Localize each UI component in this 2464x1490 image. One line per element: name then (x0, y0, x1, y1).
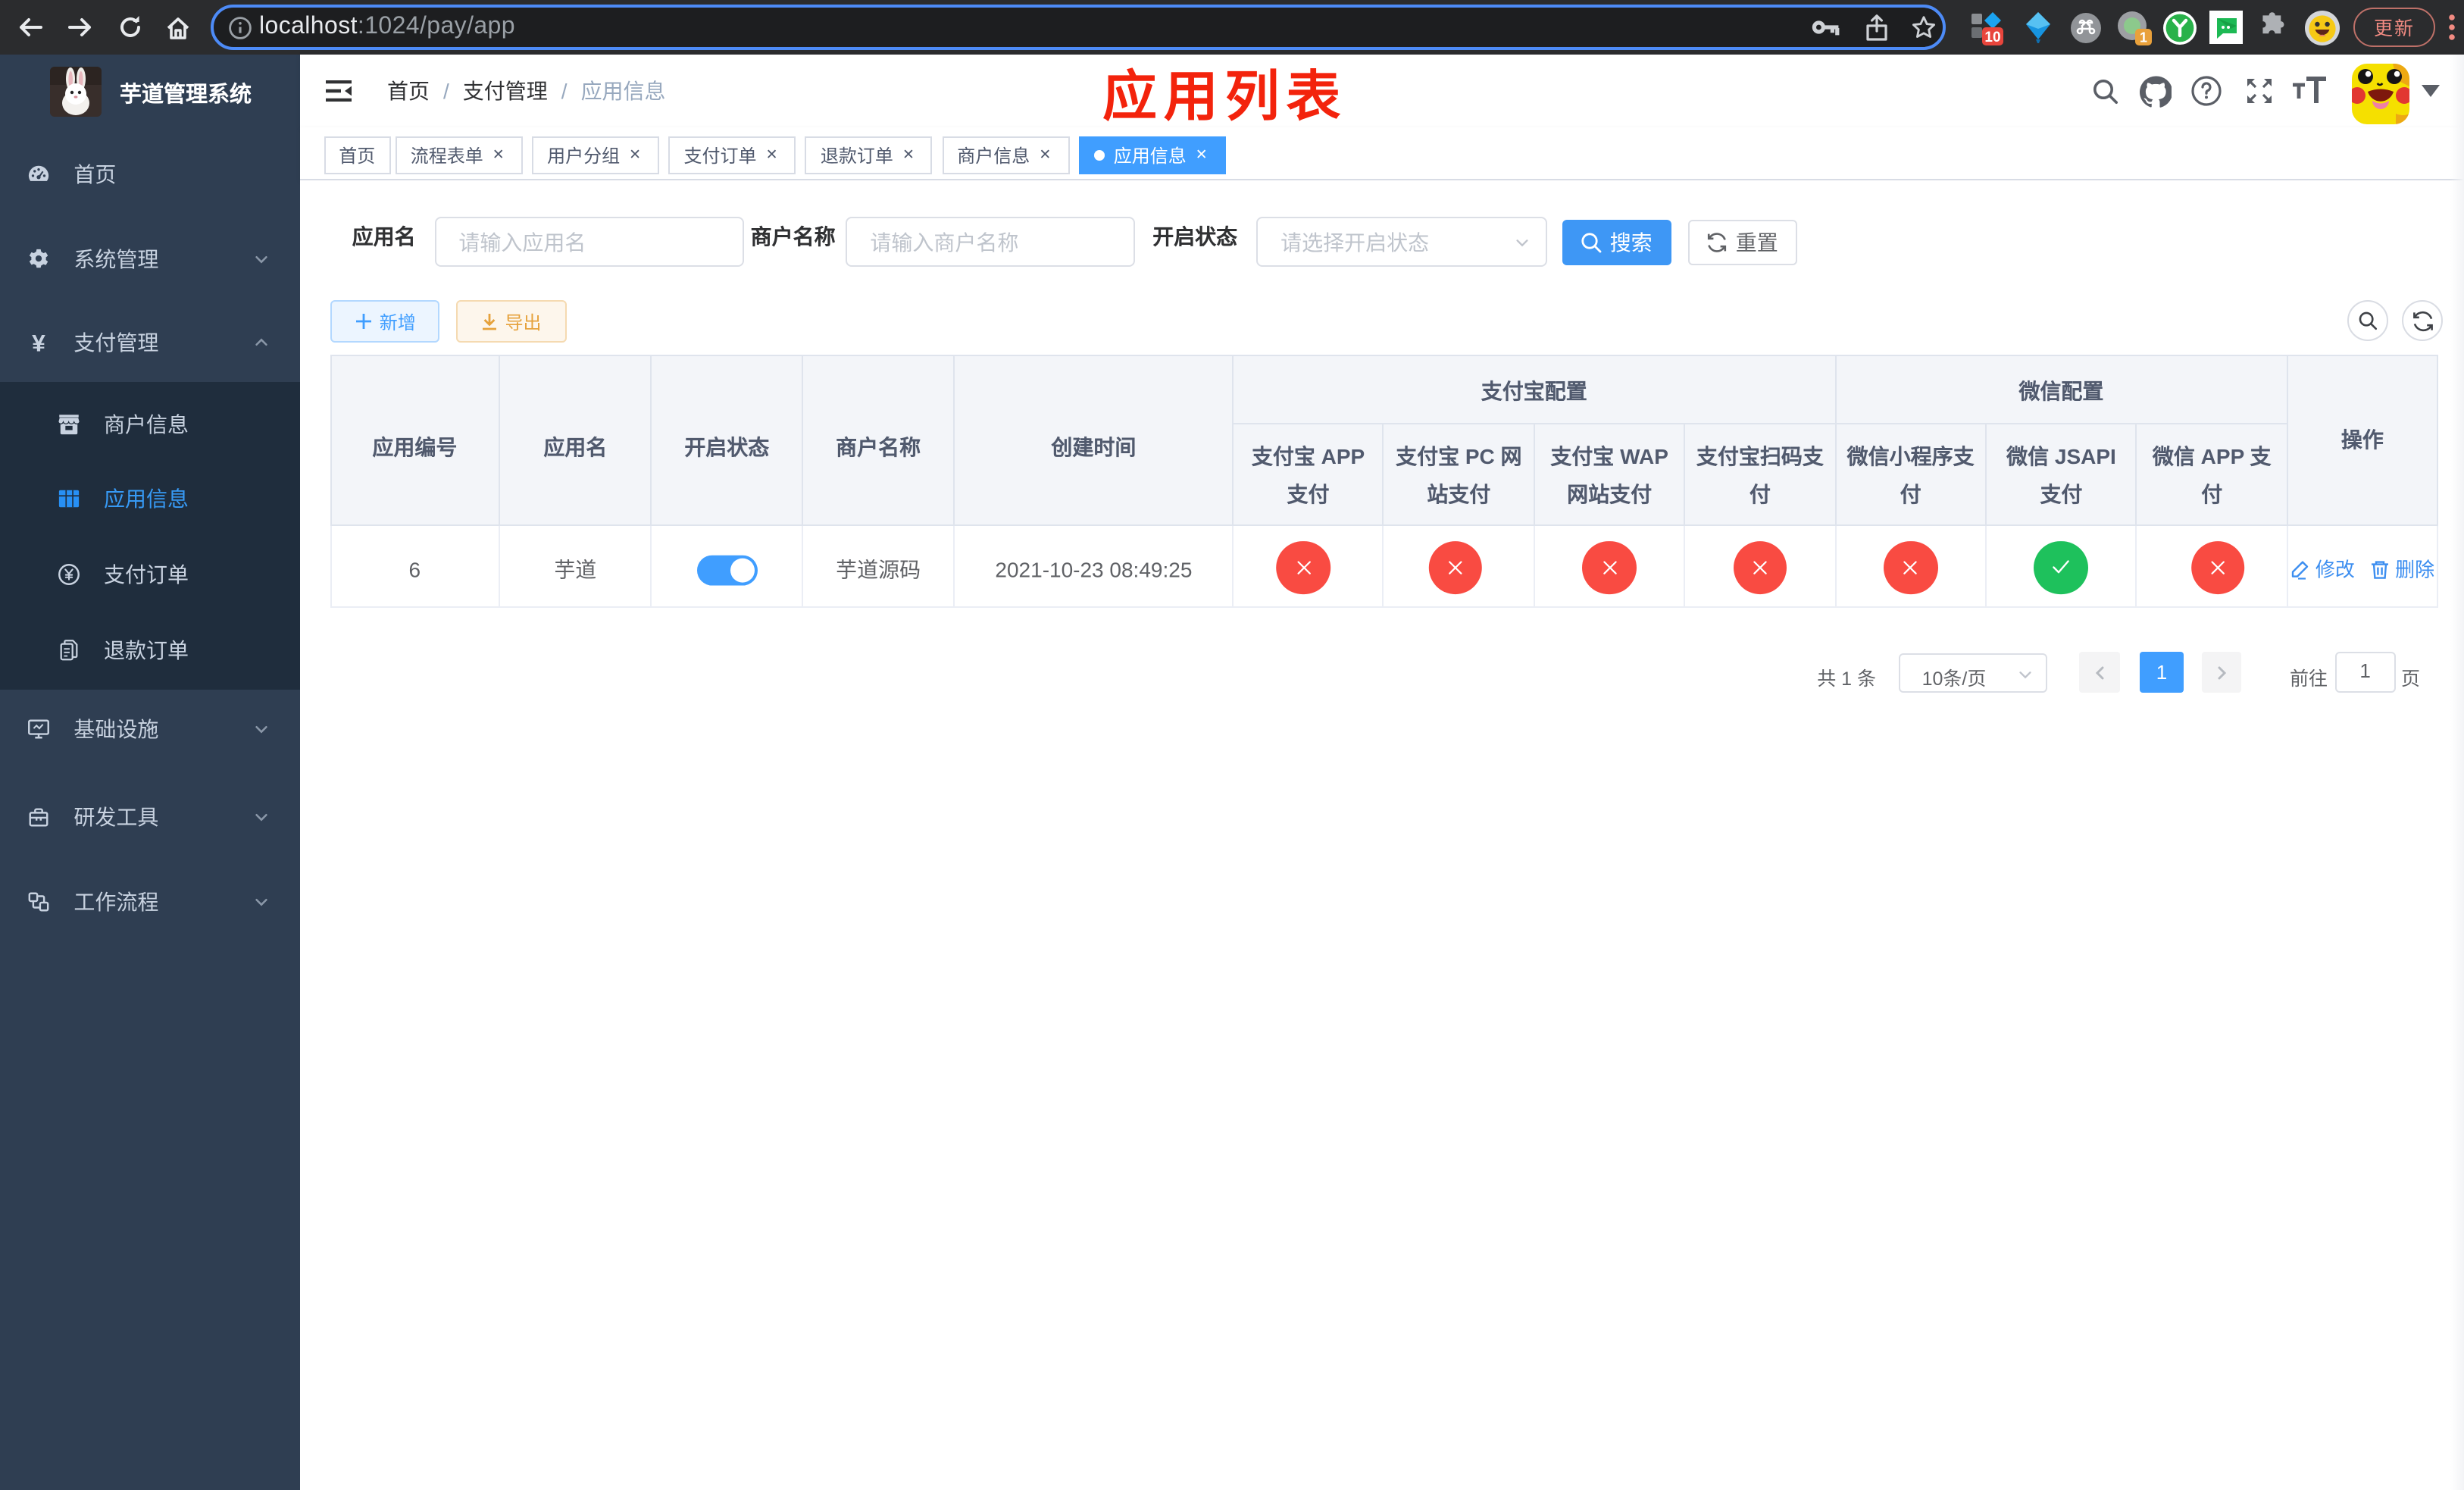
svg-text:¥: ¥ (32, 330, 45, 353)
svg-text:1: 1 (2139, 30, 2147, 45)
svg-text:10: 10 (1984, 30, 2000, 45)
